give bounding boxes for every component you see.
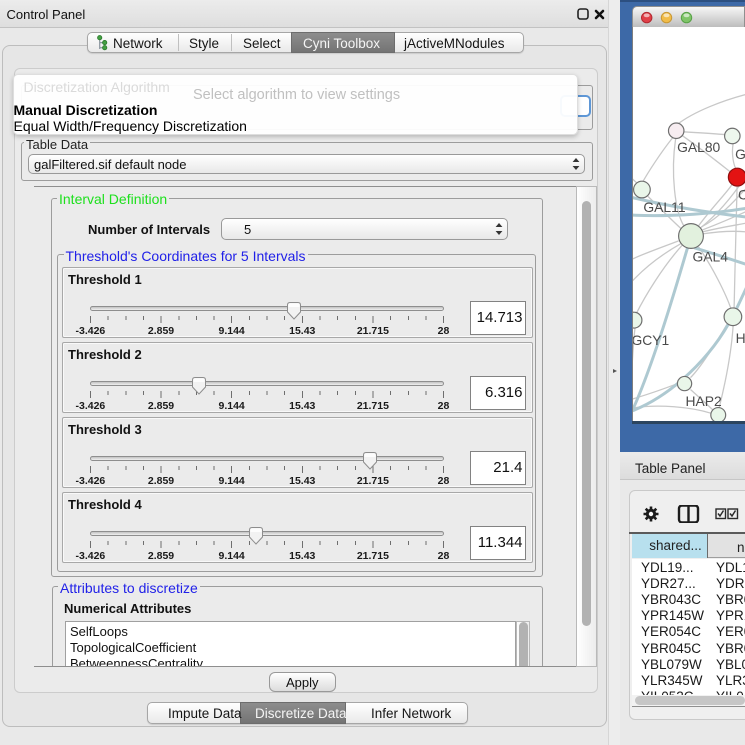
svg-text:HI: HI — [736, 330, 745, 346]
svg-text:GA: GA — [735, 146, 745, 162]
svg-text:GCY1: GCY1 — [632, 332, 670, 348]
svg-text:HAP2: HAP2 — [686, 393, 722, 409]
svg-text:GAL11: GAL11 — [643, 199, 685, 215]
svg-text:GAL4: GAL4 — [692, 249, 728, 265]
svg-text:GAL80: GAL80 — [677, 139, 720, 155]
svg-text:CY: CY — [738, 187, 745, 203]
